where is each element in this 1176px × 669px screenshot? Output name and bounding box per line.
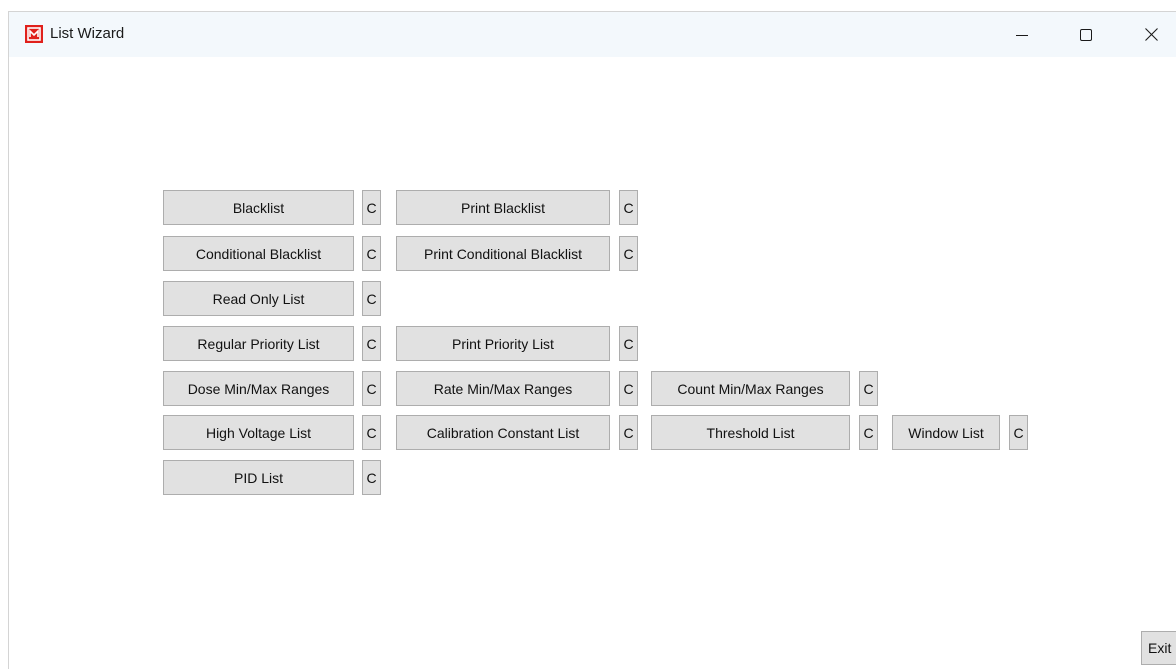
- dose-min-max-ranges-clear-button[interactable]: C: [362, 371, 381, 406]
- print-conditional-blacklist-clear-button[interactable]: C: [619, 236, 638, 271]
- window-title: List Wizard: [50, 25, 125, 42]
- exit-button[interactable]: Exit: [1141, 631, 1176, 665]
- print-conditional-blacklist-button[interactable]: Print Conditional Blacklist: [396, 236, 610, 271]
- print-blacklist-clear-button[interactable]: C: [619, 190, 638, 225]
- close-icon: [1144, 28, 1158, 41]
- threshold-list-button[interactable]: Threshold List: [651, 415, 850, 450]
- print-priority-list-button[interactable]: Print Priority List: [396, 326, 610, 361]
- high-voltage-list-button[interactable]: High Voltage List: [163, 415, 354, 450]
- print-blacklist-button[interactable]: Print Blacklist: [396, 190, 610, 225]
- high-voltage-list-clear-button[interactable]: C: [362, 415, 381, 450]
- count-min-max-ranges-button[interactable]: Count Min/Max Ranges: [651, 371, 850, 406]
- rate-min-max-ranges-clear-button[interactable]: C: [619, 371, 638, 406]
- close-button[interactable]: [1128, 12, 1174, 57]
- read-only-list-clear-button[interactable]: C: [362, 281, 381, 316]
- pid-list-button[interactable]: PID List: [163, 460, 354, 495]
- maximize-button[interactable]: [1063, 12, 1109, 57]
- window-list-button[interactable]: Window List: [892, 415, 1000, 450]
- read-only-list-button[interactable]: Read Only List: [163, 281, 354, 316]
- count-min-max-ranges-clear-button[interactable]: C: [859, 371, 878, 406]
- pid-list-clear-button[interactable]: C: [362, 460, 381, 495]
- regular-priority-list-clear-button[interactable]: C: [362, 326, 381, 361]
- print-priority-list-clear-button[interactable]: C: [619, 326, 638, 361]
- maximize-icon: [1080, 28, 1092, 41]
- blacklist-clear-button[interactable]: C: [362, 190, 381, 225]
- minimize-icon: [1016, 34, 1028, 36]
- app-logo-icon: [25, 25, 43, 43]
- threshold-list-clear-button[interactable]: C: [859, 415, 878, 450]
- minimize-button[interactable]: [999, 12, 1045, 57]
- window-list-clear-button[interactable]: C: [1009, 415, 1028, 450]
- blacklist-button[interactable]: Blacklist: [163, 190, 354, 225]
- conditional-blacklist-clear-button[interactable]: C: [362, 236, 381, 271]
- regular-priority-list-button[interactable]: Regular Priority List: [163, 326, 354, 361]
- rate-min-max-ranges-button[interactable]: Rate Min/Max Ranges: [396, 371, 610, 406]
- calibration-constant-list-clear-button[interactable]: C: [619, 415, 638, 450]
- dose-min-max-ranges-button[interactable]: Dose Min/Max Ranges: [163, 371, 354, 406]
- title-bar: List Wizard: [9, 12, 1176, 57]
- calibration-constant-list-button[interactable]: Calibration Constant List: [396, 415, 610, 450]
- conditional-blacklist-button[interactable]: Conditional Blacklist: [163, 236, 354, 271]
